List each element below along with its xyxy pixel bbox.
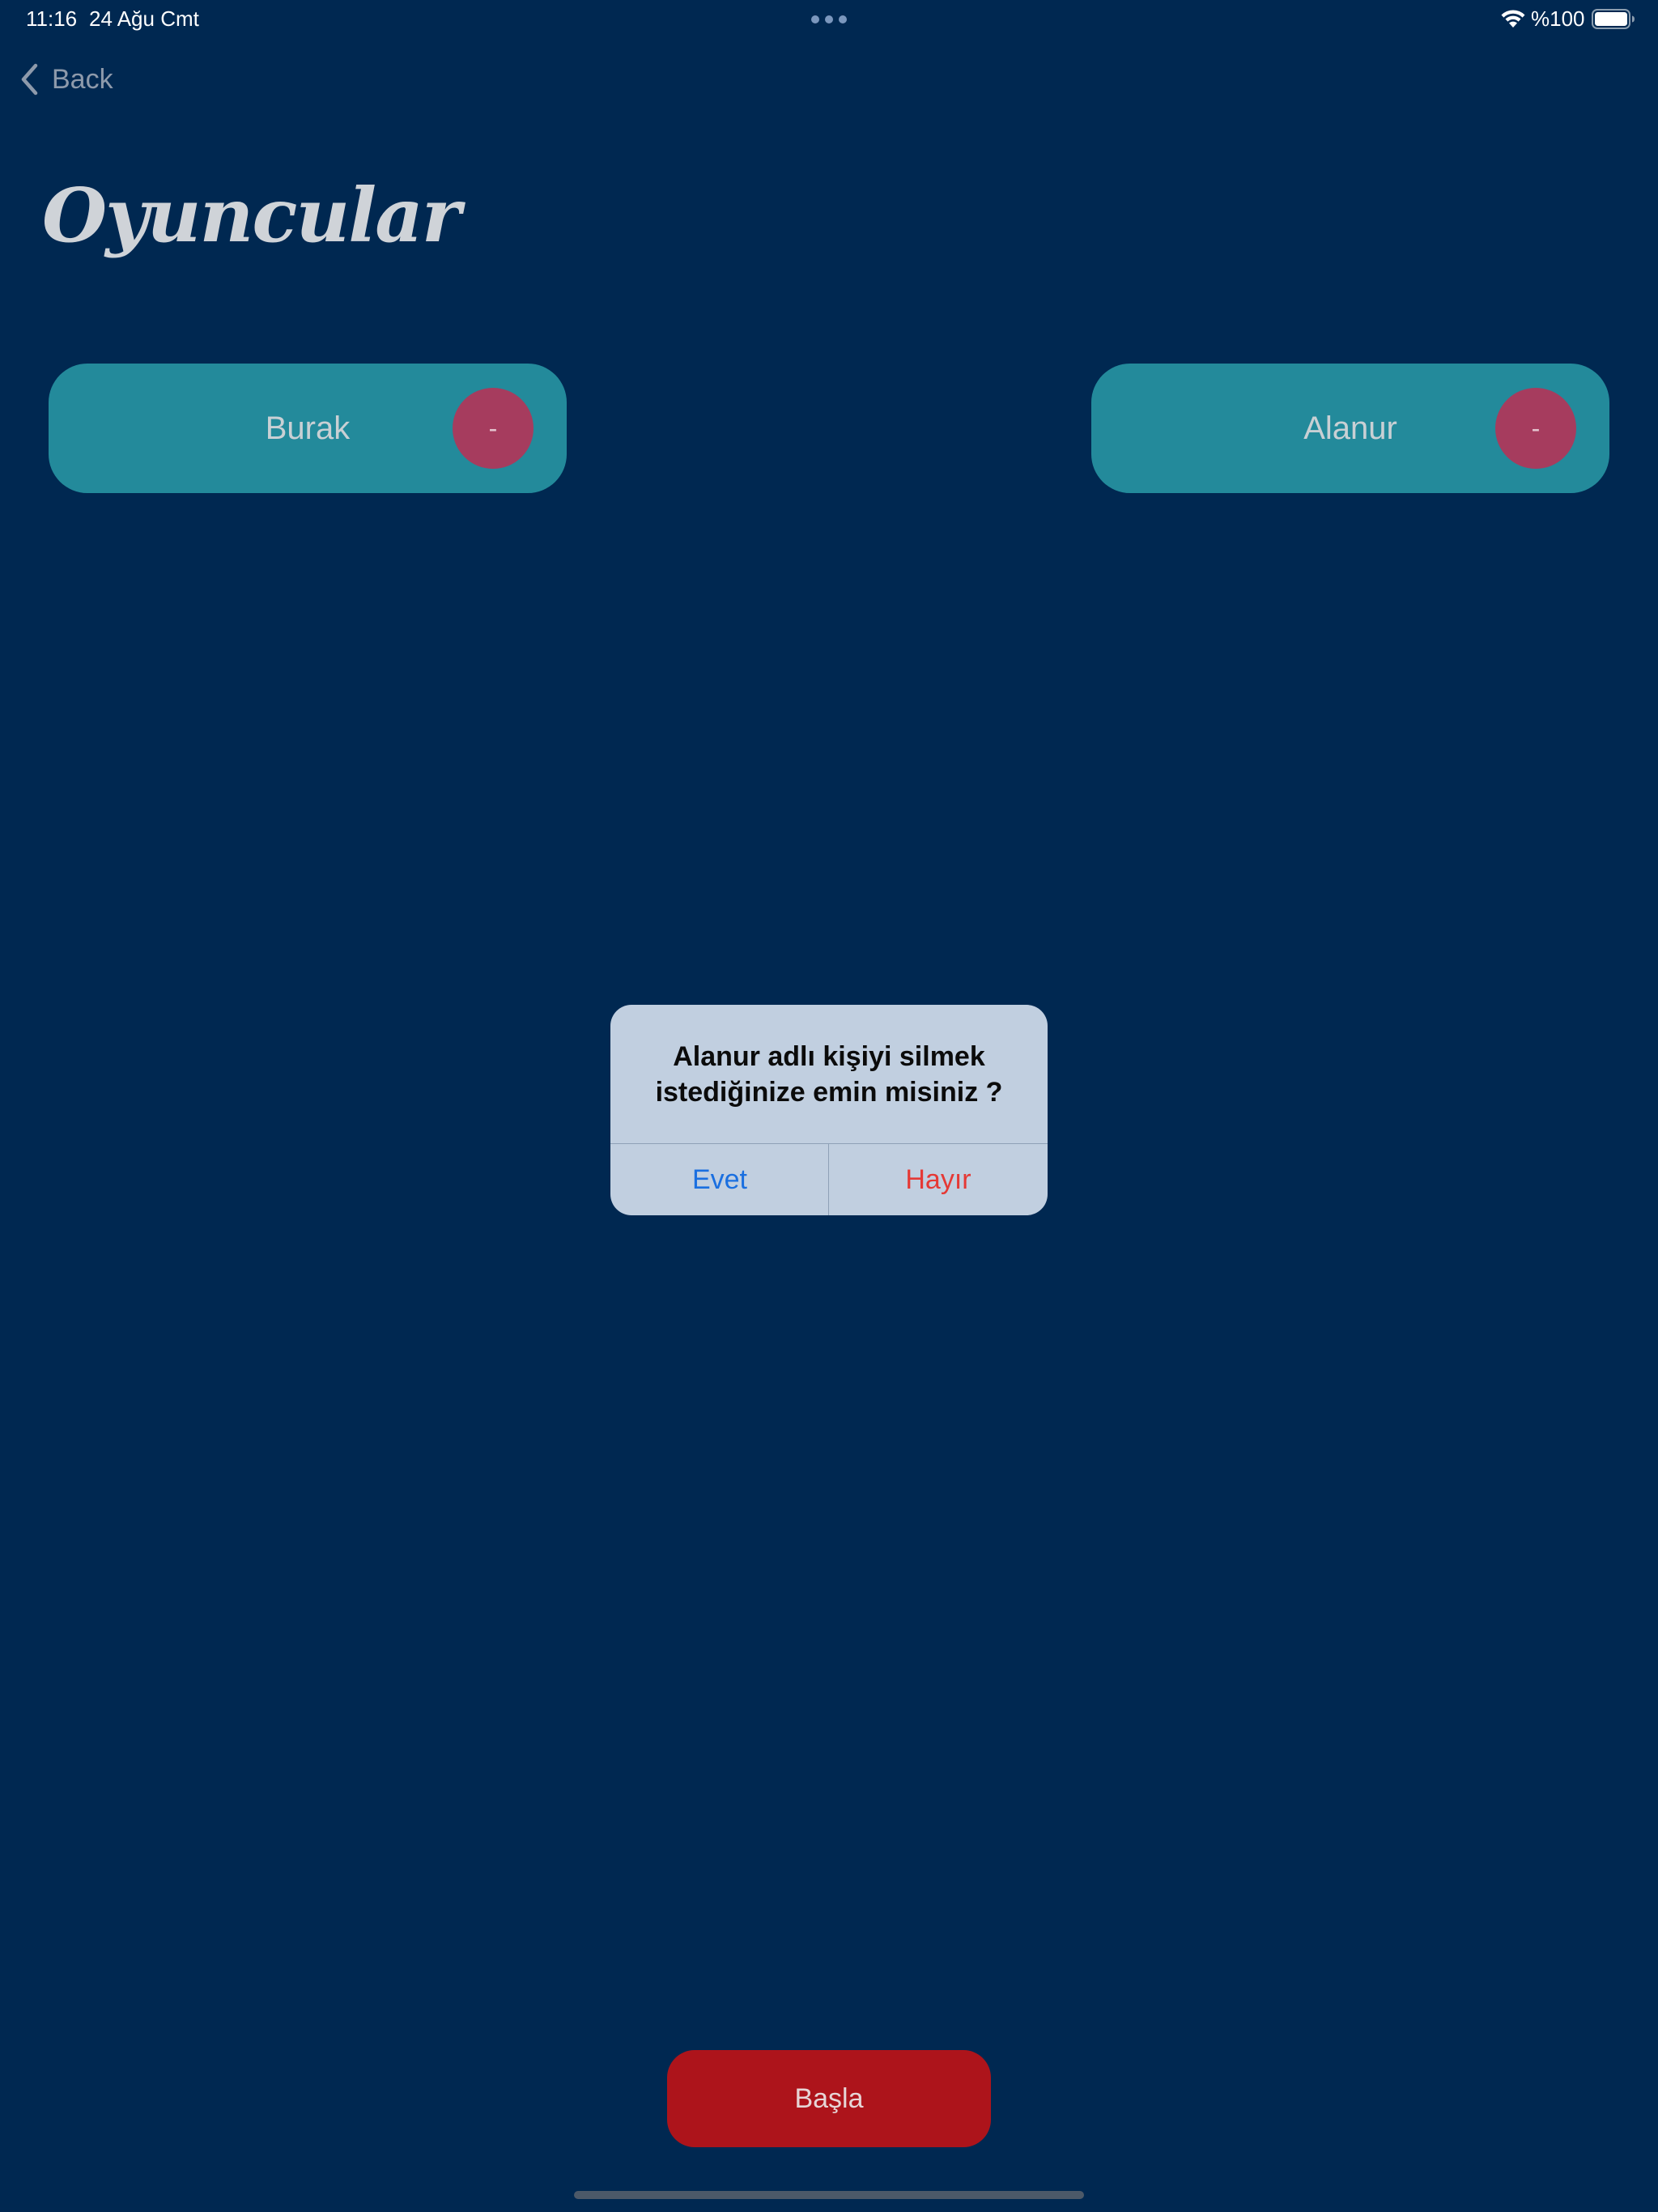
home-indicator[interactable] [574,2191,1084,2199]
multitasking-dots-icon[interactable] [811,15,847,23]
status-date: 24 Ağu Cmt [89,6,199,31]
remove-player-button[interactable]: - [1495,388,1576,469]
status-bar: 11:16 24 Ağu Cmt %100 [0,0,1658,39]
chevron-left-icon [21,63,38,96]
player-card: Alanur - [1091,364,1609,493]
page-title: Oyuncular [42,172,461,259]
remove-player-button[interactable]: - [453,388,534,469]
cancel-button[interactable]: Hayır [829,1144,1048,1215]
battery-percentage: %100 [1531,6,1585,31]
player-card: Burak - [49,364,567,493]
battery-icon [1592,9,1635,29]
status-time: 11:16 [26,6,78,31]
confirm-button[interactable]: Evet [610,1144,829,1215]
start-button[interactable]: Başla [667,2050,991,2147]
wifi-icon [1501,10,1525,28]
alert-message: Alanur adlı kişiyi silmek istediğinize e… [655,1040,1003,1108]
back-button[interactable]: Back [19,60,113,99]
delete-confirmation-alert: Alanur adlı kişiyi silmek istediğinize e… [610,1005,1048,1215]
back-label: Back [52,63,113,95]
screen: 11:16 24 Ağu Cmt %100 Back Oyuncular Bur… [0,0,1658,2212]
